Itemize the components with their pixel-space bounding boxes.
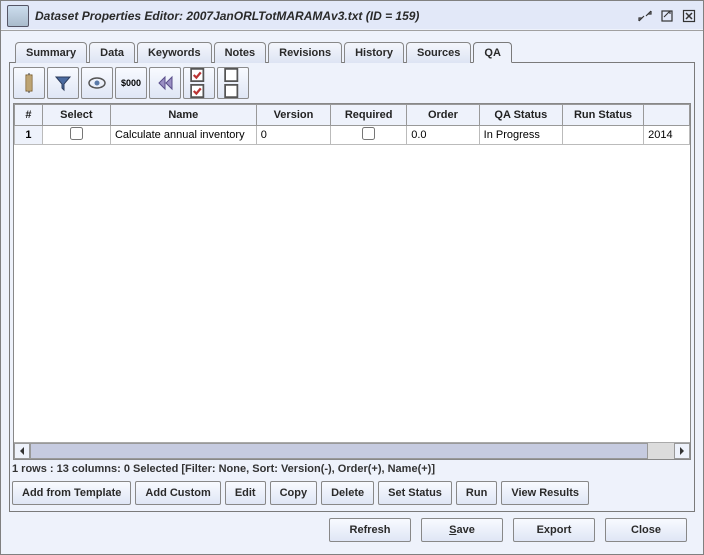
col-name[interactable]: Name <box>110 105 256 126</box>
view-button[interactable] <box>81 67 113 99</box>
col-required[interactable]: Required <box>331 105 407 126</box>
funnel-icon <box>53 73 73 93</box>
filter-button[interactable] <box>47 67 79 99</box>
cell-name[interactable]: Calculate annual inventory <box>110 126 256 145</box>
toolbar: $000 <box>10 63 694 103</box>
col-run-status[interactable]: Run Status <box>562 105 643 126</box>
col-version[interactable]: Version <box>256 105 330 126</box>
export-button[interactable]: Export <box>513 518 595 542</box>
cell-run-status[interactable] <box>562 126 643 145</box>
window-title: Dataset Properties Editor: 2007JanORLTot… <box>35 9 631 23</box>
tab-panel-qa: $000 <box>9 62 695 512</box>
table-row[interactable]: 1 Calculate annual inventory 0 0.0 In Pr… <box>15 126 690 145</box>
scroll-track[interactable] <box>30 443 674 459</box>
add-from-template-button[interactable]: Add from Template <box>12 481 131 505</box>
action-button-row: Add from Template Add Custom Edit Copy D… <box>10 479 694 511</box>
price-icon-text: $000 <box>121 78 141 88</box>
tab-history[interactable]: History <box>344 42 404 63</box>
cell-qa-status[interactable]: In Progress <box>479 126 562 145</box>
col-qa-status[interactable]: QA Status <box>479 105 562 126</box>
col-order[interactable]: Order <box>407 105 479 126</box>
edit-button[interactable]: Edit <box>225 481 266 505</box>
data-grid: # Select Name Version Required Order QA … <box>14 104 690 442</box>
view-results-button[interactable]: View Results <box>501 481 589 505</box>
close-button[interactable] <box>681 8 697 24</box>
maximize-button[interactable] <box>659 8 675 24</box>
tab-sources[interactable]: Sources <box>406 42 471 63</box>
status-bar: 1 rows : 13 columns: 0 Selected [Filter:… <box>10 460 694 479</box>
required-checkbox[interactable] <box>362 127 375 140</box>
save-rest: ave <box>456 524 474 536</box>
cell-extra[interactable]: 2014 <box>644 126 690 145</box>
scroll-thumb[interactable] <box>30 443 648 459</box>
tab-revisions[interactable]: Revisions <box>268 42 342 63</box>
cell-version[interactable]: 0 <box>256 126 330 145</box>
deselect-all-button[interactable] <box>217 67 249 99</box>
run-button[interactable]: Run <box>456 481 497 505</box>
rewind-icon <box>155 73 175 93</box>
row-select-checkbox[interactable] <box>70 127 83 140</box>
col-select[interactable]: Select <box>42 105 110 126</box>
cell-index: 1 <box>15 126 43 145</box>
close-window-button[interactable]: Close <box>605 518 687 542</box>
scroll-right-button[interactable] <box>674 443 690 459</box>
columns-icon <box>19 73 39 93</box>
col-extra[interactable] <box>644 105 690 126</box>
tab-keywords[interactable]: Keywords <box>137 42 212 63</box>
save-button[interactable]: Save <box>421 518 503 542</box>
minimize-button[interactable] <box>637 8 653 24</box>
window-controls <box>637 8 697 24</box>
cell-order[interactable]: 0.0 <box>407 126 479 145</box>
unchecked-icon <box>223 84 243 98</box>
horizontal-scrollbar[interactable] <box>14 442 690 459</box>
cell-select[interactable] <box>42 126 110 145</box>
refresh-button[interactable]: Refresh <box>329 518 411 542</box>
scroll-left-button[interactable] <box>14 443 30 459</box>
table-area: # Select Name Version Required Order QA … <box>13 103 691 460</box>
eye-icon <box>87 73 107 93</box>
tab-summary[interactable]: Summary <box>15 42 87 63</box>
titlebar: Dataset Properties Editor: 2007JanORLTot… <box>1 1 703 31</box>
copy-button[interactable]: Copy <box>270 481 318 505</box>
tab-notes[interactable]: Notes <box>214 42 267 63</box>
columns-button[interactable] <box>13 67 45 99</box>
table-header-row: # Select Name Version Required Order QA … <box>15 105 690 126</box>
app-icon <box>7 5 29 27</box>
unchecked-icon <box>223 68 243 82</box>
add-custom-button[interactable]: Add Custom <box>135 481 220 505</box>
set-status-button[interactable]: Set Status <box>378 481 452 505</box>
col-index[interactable]: # <box>15 105 43 126</box>
select-all-button[interactable] <box>183 67 215 99</box>
window-frame: Dataset Properties Editor: 2007JanORLTot… <box>0 0 704 555</box>
delete-button[interactable]: Delete <box>321 481 374 505</box>
first-button[interactable] <box>149 67 181 99</box>
tab-bar: Summary Data Keywords Notes Revisions Hi… <box>9 41 695 62</box>
bottom-bar: Refresh Save Export Close <box>9 512 695 544</box>
price-button[interactable]: $000 <box>115 67 147 99</box>
cell-required[interactable] <box>331 126 407 145</box>
check-icon <box>189 84 209 98</box>
tab-qa[interactable]: QA <box>473 42 512 63</box>
tab-data[interactable]: Data <box>89 42 135 63</box>
check-icon <box>189 68 209 82</box>
